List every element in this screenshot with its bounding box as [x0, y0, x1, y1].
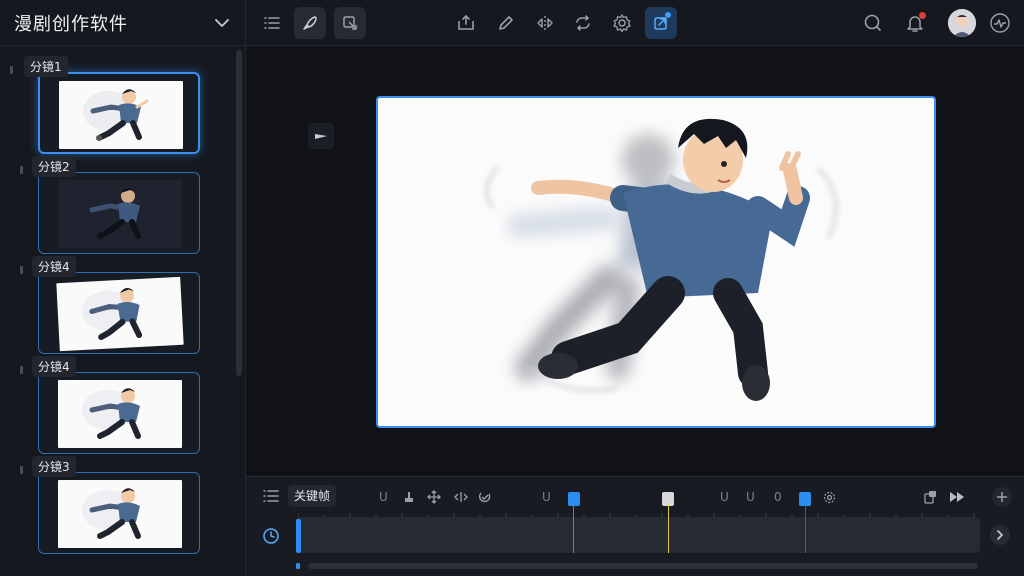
drag-handle[interactable] [20, 266, 23, 274]
sidebar-scrollbar[interactable] [236, 50, 242, 376]
keyframe-marker[interactable] [568, 492, 580, 506]
storyboard-card[interactable] [38, 372, 200, 454]
playhead[interactable] [668, 505, 669, 553]
drag-handle[interactable] [20, 166, 23, 174]
frame-add-icon[interactable] [450, 7, 482, 39]
storyboard-label: 分镜3 [32, 456, 76, 477]
export-icon[interactable] [645, 7, 677, 39]
fast-forward-icon[interactable] [948, 489, 966, 505]
storyboard-sidebar: 漫剧创作软件 分镜1 分镜2 分镜4 分镜4 分镜3 [0, 0, 246, 576]
sidebar-header: 漫剧创作软件 [0, 0, 245, 46]
timeline-glyph: 0 [774, 490, 782, 504]
split-icon[interactable] [452, 490, 470, 504]
search-icon[interactable] [857, 7, 889, 39]
thumbnail [58, 380, 182, 448]
canvas-area[interactable] [246, 47, 1024, 475]
keyframe-marker[interactable] [662, 492, 674, 506]
storyboard-item[interactable]: 分镜3 [0, 452, 236, 554]
thumbnail [58, 480, 182, 548]
drag-handle[interactable] [10, 66, 13, 74]
character-illustration [485, 118, 838, 401]
keyframe-line [573, 505, 574, 553]
flip-icon[interactable] [529, 7, 561, 39]
keyframe-label: 关键帧 [288, 485, 337, 507]
storyboard-label: 分镜4 [32, 256, 76, 277]
brush-icon[interactable] [294, 7, 326, 39]
chevron-right-icon[interactable] [990, 525, 1010, 545]
status-dot [665, 12, 671, 18]
storyboard-item[interactable]: 分镜4 [0, 252, 236, 354]
storyboard-item[interactable]: 分镜2 [0, 152, 236, 254]
settings-icon[interactable] [822, 490, 836, 504]
timeline-glyph: U [746, 490, 755, 504]
thumbnail [59, 81, 183, 149]
storyboard-card[interactable] [38, 72, 200, 154]
history-icon[interactable] [262, 527, 280, 545]
timeline-glyph: U [720, 490, 729, 504]
app-title: 漫剧创作软件 [14, 13, 128, 35]
storyboard-label: 分镜1 [24, 56, 68, 77]
keyframe-line [805, 505, 806, 553]
keyframe-marker[interactable] [799, 492, 811, 506]
top-toolbar [246, 0, 1024, 46]
pulse-icon[interactable] [984, 7, 1016, 39]
loop-icon[interactable] [567, 7, 599, 39]
storyboard-card[interactable] [38, 272, 200, 354]
avatar[interactable] [948, 9, 976, 37]
drag-handle[interactable] [20, 366, 23, 374]
flag-icon[interactable] [308, 123, 334, 149]
storyboard-card[interactable] [38, 172, 200, 254]
storyboard-item[interactable]: 分镜4 [0, 352, 236, 454]
thumbnail [56, 276, 184, 352]
copy-frame-icon[interactable] [922, 489, 938, 505]
gear-icon[interactable] [606, 7, 638, 39]
curve-icon[interactable] [478, 490, 492, 504]
timeline-glyph: U [379, 490, 388, 504]
list-icon[interactable] [262, 487, 280, 505]
track-start-handle[interactable] [296, 519, 301, 553]
storyboard-label: 分镜4 [32, 356, 76, 377]
add-icon[interactable] [992, 487, 1012, 507]
pencil-icon[interactable] [490, 7, 522, 39]
list-icon[interactable] [256, 7, 288, 39]
notification-dot [919, 12, 926, 19]
drag-handle[interactable] [20, 466, 23, 474]
timeline-scrollbar[interactable] [308, 563, 978, 569]
thumbnail [58, 180, 182, 248]
timeline-glyph: U [542, 490, 551, 504]
timeline-track[interactable] [296, 517, 980, 553]
bell-icon[interactable] [899, 7, 931, 39]
move-icon[interactable] [426, 490, 442, 504]
storyboard-item[interactable]: 分镜1 [0, 52, 236, 154]
shape-icon[interactable] [334, 7, 366, 39]
timeline-panel: 关键帧 U U U U 0 [246, 476, 1024, 576]
storyboard-card[interactable] [38, 472, 200, 554]
storyboard-label: 分镜2 [32, 156, 76, 177]
chevron-down-icon[interactable] [213, 14, 231, 32]
canvas-frame[interactable] [376, 96, 936, 428]
scroll-start-marker [296, 563, 300, 569]
anchor-icon[interactable] [402, 490, 416, 504]
